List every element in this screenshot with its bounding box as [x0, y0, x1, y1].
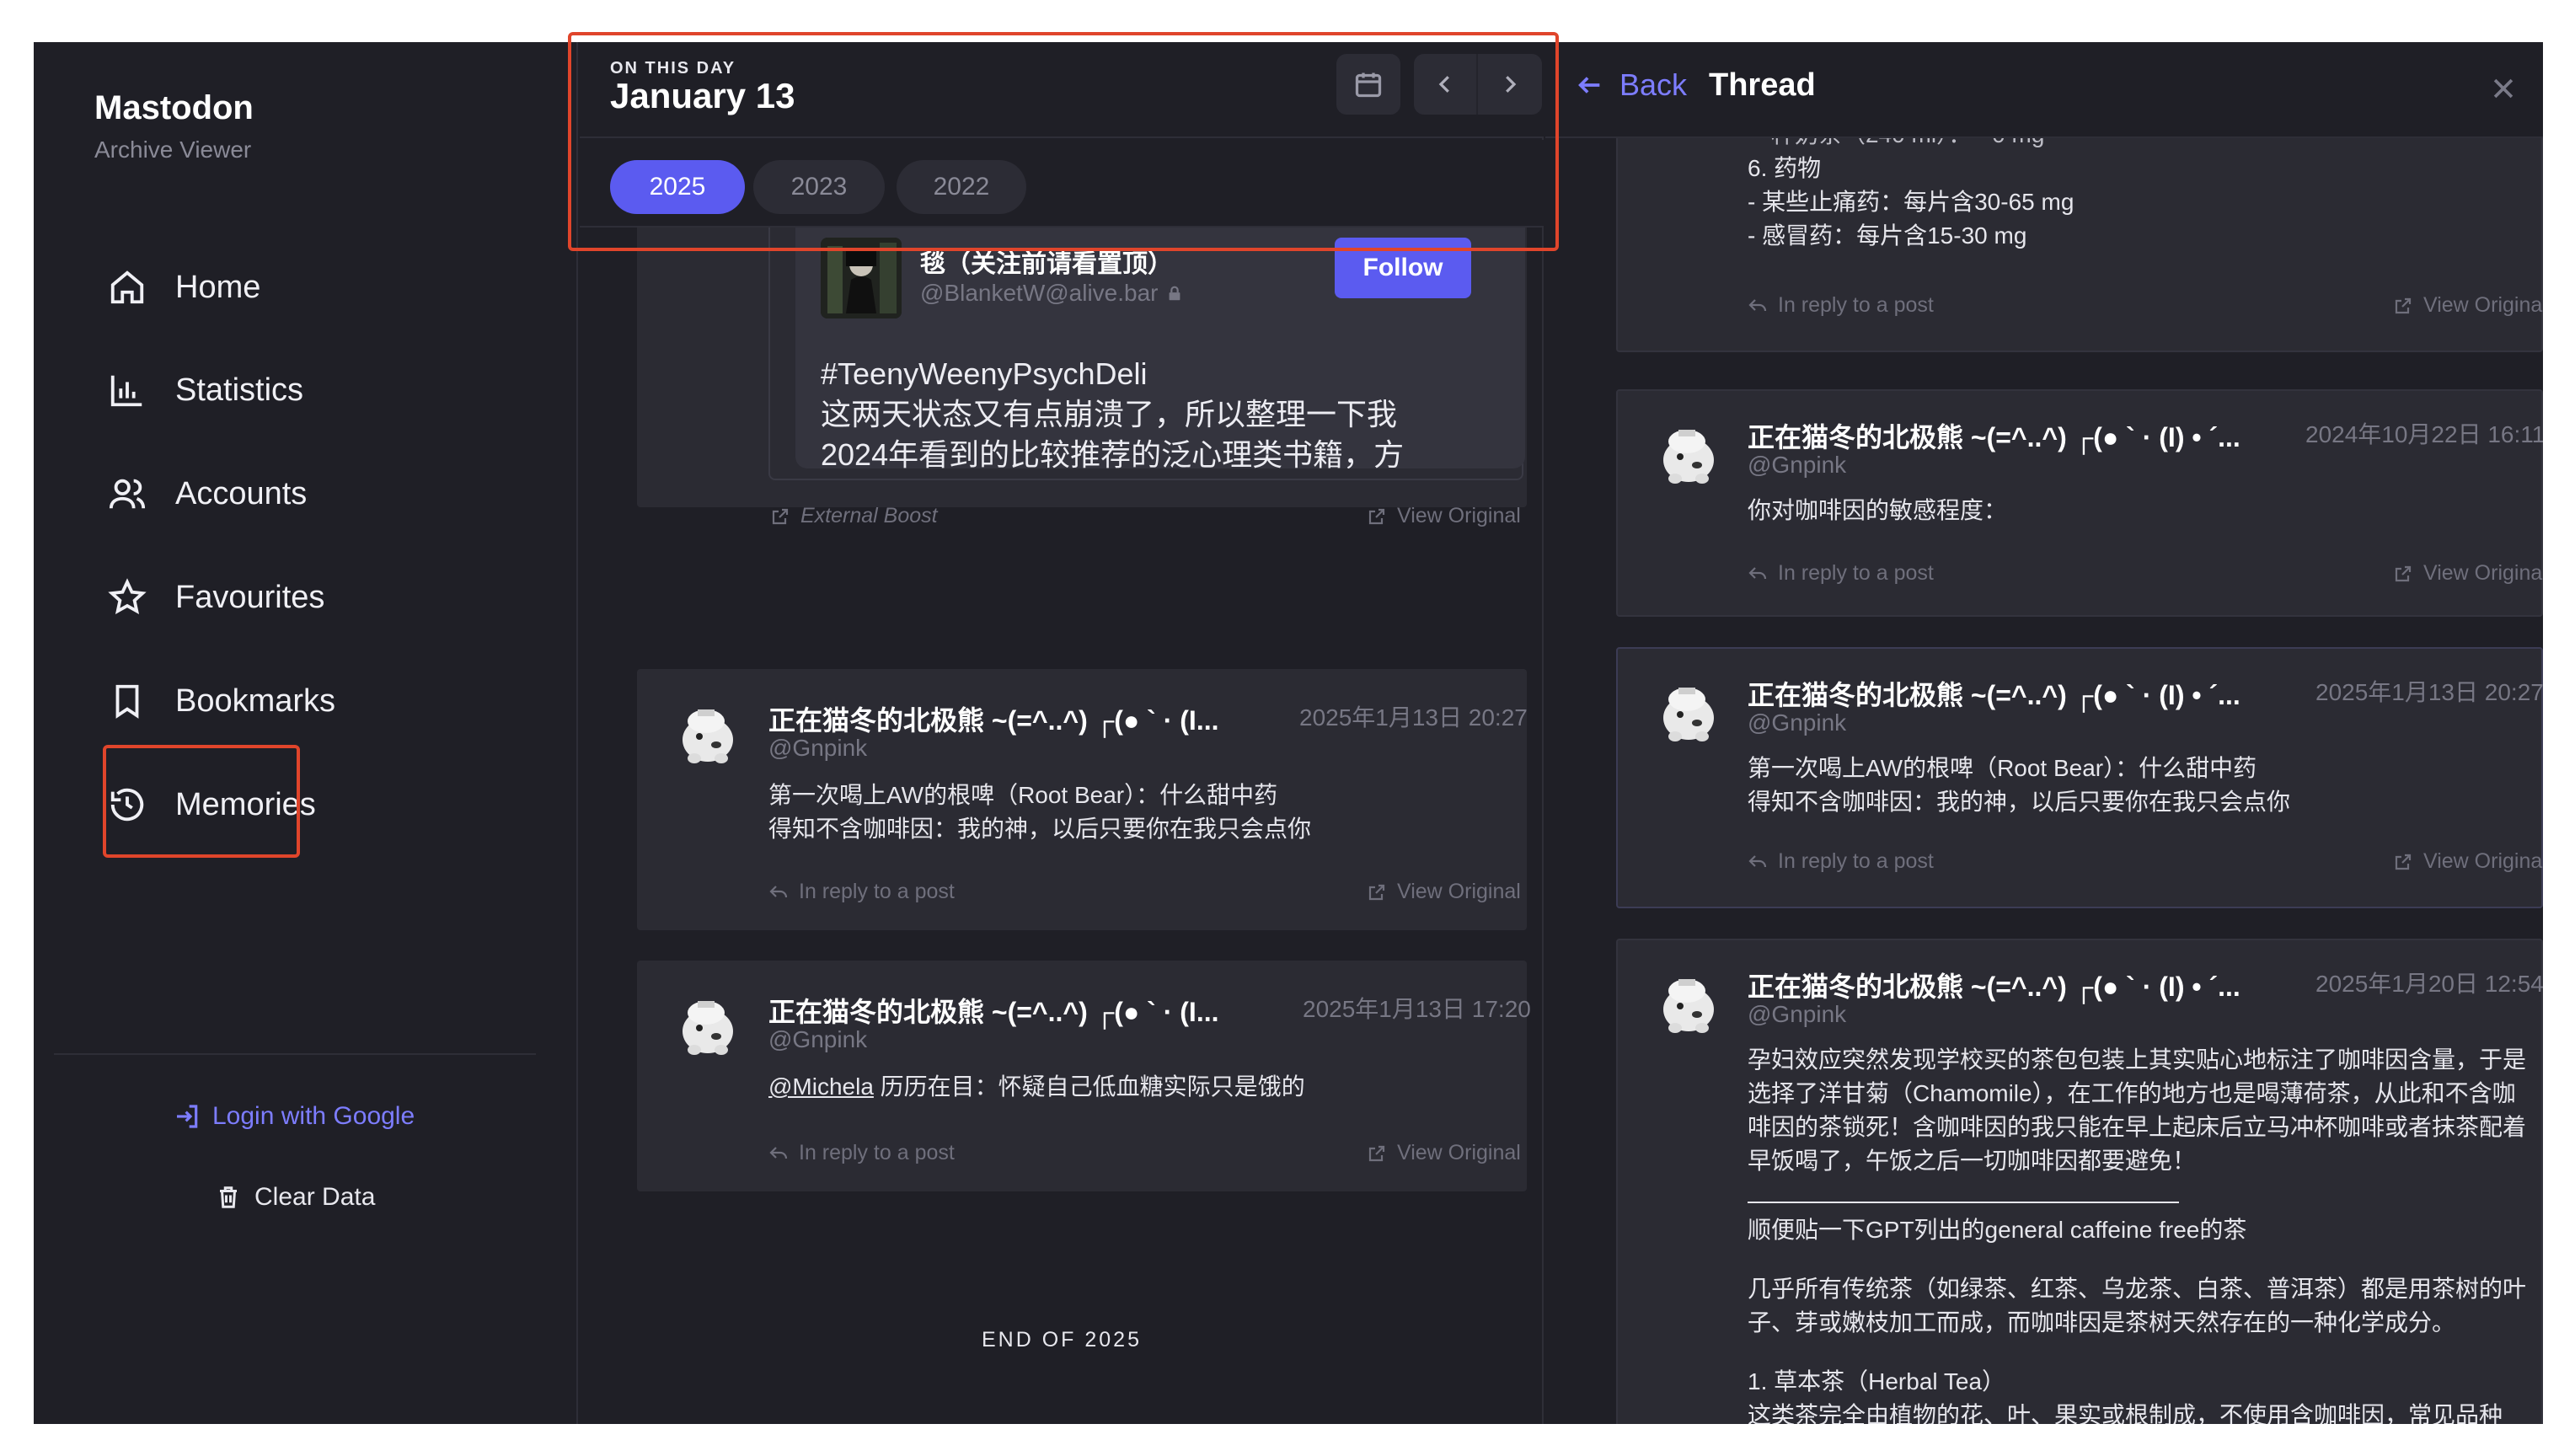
login-with-google-link[interactable]: Login with Google	[174, 1102, 415, 1131]
view-original-link[interactable]: View Original	[1367, 1141, 1521, 1165]
thread-title: Thread	[1709, 67, 1816, 103]
sidebar-item-favourites[interactable]: Favourites	[106, 551, 468, 644]
app-title: Mastodon	[94, 89, 254, 126]
post-card: 正在猫冬的北极熊 ~(=^..^) ┌(● ` · (I... 2025年1月1…	[637, 669, 1528, 930]
author-name[interactable]: 正在猫冬的北极熊 ~(=^..^) ┌(● ` · (I...	[768, 699, 1219, 738]
close-icon	[2493, 78, 2513, 99]
boost-post-text: #TeenyWeenyPsychDeli 这两天状态又有点崩溃了，所以整理一下我…	[821, 356, 1405, 468]
sidebar-item-label: Bookmarks	[175, 682, 336, 719]
users-icon	[106, 473, 148, 515]
post-timestamp[interactable]: 2024年10月22日 16:11	[2305, 416, 2543, 450]
post-timestamp[interactable]: 2025年1月13日 20:27	[2315, 674, 2543, 708]
post-text: @Michela 历历在目：怀疑自己低血糖实际只是饿的	[768, 1073, 1305, 1100]
post-text: 第一次喝上AW的根啤（Root Bear）：什么甜中药 得知不含咖啡因：我的神，…	[768, 782, 1312, 842]
reply-icon	[1748, 854, 1767, 867]
login-icon	[177, 1105, 198, 1128]
view-original-link[interactable]: View Original	[2393, 849, 2543, 874]
thread-post-card: 正在猫冬的北极熊 ~(=^..^) ┌(● ` · (I) • ´... 202…	[1616, 939, 2543, 1424]
sidebar-item-statistics[interactable]: Statistics	[106, 344, 468, 436]
external-link-icon	[1368, 884, 1385, 900]
external-link-icon	[1368, 508, 1385, 524]
author-avatar[interactable]	[1650, 416, 1727, 494]
external-link-icon	[2395, 565, 2412, 581]
home-icon	[106, 266, 148, 308]
thread-header: Back Thread	[1545, 42, 2543, 138]
in-reply-to-link[interactable]: In reply to a post	[768, 1141, 955, 1165]
sidebar-item-label: Statistics	[175, 372, 304, 408]
author-avatar[interactable]	[669, 696, 747, 774]
sidebar-divider	[54, 1053, 536, 1055]
post-text: 你对咖啡因的敏感程度：	[1748, 497, 2008, 523]
arrow-left-icon	[1578, 77, 1600, 94]
clear-data-button[interactable]: Clear Data	[216, 1183, 375, 1212]
text-separator	[1748, 1178, 2179, 1203]
thread-post-card: 正在猫冬的北极熊 ~(=^..^) ┌(● ` · (I) • ´... 202…	[1616, 389, 2543, 617]
author-handle: @Gnpink	[768, 1026, 868, 1052]
star-icon	[106, 576, 148, 618]
mention-link[interactable]: @Michela	[768, 1073, 874, 1100]
author-handle: @Gnpink	[1748, 452, 1847, 478]
memories-header-highlight-box	[568, 32, 1559, 251]
view-original-link[interactable]: View Original	[2393, 293, 2543, 318]
bookmark-icon	[106, 680, 148, 722]
author-name[interactable]: 正在猫冬的北极熊 ~(=^..^) ┌(● ` · (I) • ´...	[1748, 674, 2240, 713]
author-handle: @Gnpink	[1748, 1001, 1847, 1027]
post-timestamp[interactable]: 2025年1月13日 17:20	[1303, 991, 1531, 1025]
sidebar-item-home[interactable]: Home	[106, 241, 468, 334]
external-link-icon	[2395, 297, 2412, 313]
sidebar: Mastodon Archive Viewer Home Statistics …	[34, 42, 578, 1424]
post-timestamp[interactable]: 2025年1月13日 20:27	[1299, 699, 1528, 733]
view-original-link[interactable]: View Original	[2393, 561, 2543, 586]
app-subtitle: Archive Viewer	[94, 136, 252, 163]
post-text: 第一次喝上AW的根啤（Root Bear）：什么甜中药 得知不含咖啡因：我的神，…	[1748, 755, 2291, 815]
in-reply-to-link[interactable]: In reply to a post	[1748, 561, 1934, 586]
trash-icon	[220, 1186, 237, 1208]
in-reply-to-link[interactable]: In reply to a post	[768, 880, 955, 904]
sidebar-item-accounts[interactable]: Accounts	[106, 447, 468, 540]
thread-panel: 一杯奶茶（240 ml）：~ 0 mg 6. 药物 - 某些止痛药：每片含30-…	[1545, 42, 2543, 1424]
bar-chart-icon	[106, 369, 148, 411]
reply-icon	[1748, 566, 1767, 579]
author-handle: @Gnpink	[1748, 709, 1847, 736]
in-reply-to-link[interactable]: In reply to a post	[1748, 293, 1934, 318]
sidebar-item-label: Favourites	[175, 579, 325, 615]
sidebar-item-label: Accounts	[175, 475, 308, 511]
view-original-link[interactable]: View Original	[1367, 880, 1521, 904]
author-handle: @Gnpink	[768, 735, 868, 761]
author-name[interactable]: 正在猫冬的北极熊 ~(=^..^) ┌(● ` · (I...	[768, 991, 1219, 1030]
external-link-icon	[1368, 1145, 1385, 1161]
memories-highlight-box	[103, 745, 300, 858]
in-reply-to-link[interactable]: In reply to a post	[1748, 849, 1934, 874]
external-link-icon	[2395, 854, 2412, 870]
back-button[interactable]: Back	[1576, 67, 1687, 103]
sidebar-item-label: Home	[175, 269, 261, 305]
sidebar-item-bookmarks[interactable]: Bookmarks	[106, 655, 468, 747]
view-original-link[interactable]: View Original	[1367, 504, 1521, 528]
author-avatar[interactable]	[1650, 674, 1727, 752]
author-name[interactable]: 正在猫冬的北极熊 ~(=^..^) ┌(● ` · (I) • ´...	[1748, 416, 2240, 455]
author-avatar[interactable]	[1650, 966, 1727, 1043]
boost-author-handle: @BlanketW@alive.bar	[920, 280, 1184, 307]
close-thread-button[interactable]	[2489, 74, 2518, 103]
post-card: 正在猫冬的北极熊 ~(=^..^) ┌(● ` · (I... 2025年1月1…	[637, 961, 1531, 1191]
post-timestamp[interactable]: 2025年1月20日 12:54	[2315, 966, 2543, 999]
reply-icon	[769, 885, 788, 897]
post-text: 孕妇效应突然发现学校买的茶包包装上其实贴心地标注了咖啡因含量，于是 选择了洋甘菊…	[1748, 1046, 2527, 1424]
author-avatar[interactable]	[669, 988, 747, 1065]
author-name[interactable]: 正在猫冬的北极熊 ~(=^..^) ┌(● ` · (I) • ´...	[1748, 966, 2240, 1004]
thread-post-card-current: 正在猫冬的北极熊 ~(=^..^) ┌(● ` · (I) • ´... 202…	[1616, 647, 2543, 908]
post-text: 一杯奶茶（240 ml）：~ 0 mg 6. 药物 - 某些止痛药：每片含30-…	[1748, 121, 2074, 249]
end-of-year-label: END OF 2025	[981, 1328, 1142, 1352]
reply-icon	[1748, 298, 1767, 311]
external-link-icon	[772, 508, 789, 524]
lock-icon	[1169, 286, 1180, 301]
reply-icon	[769, 1146, 788, 1159]
external-boost-label[interactable]: External Boost	[770, 504, 938, 528]
